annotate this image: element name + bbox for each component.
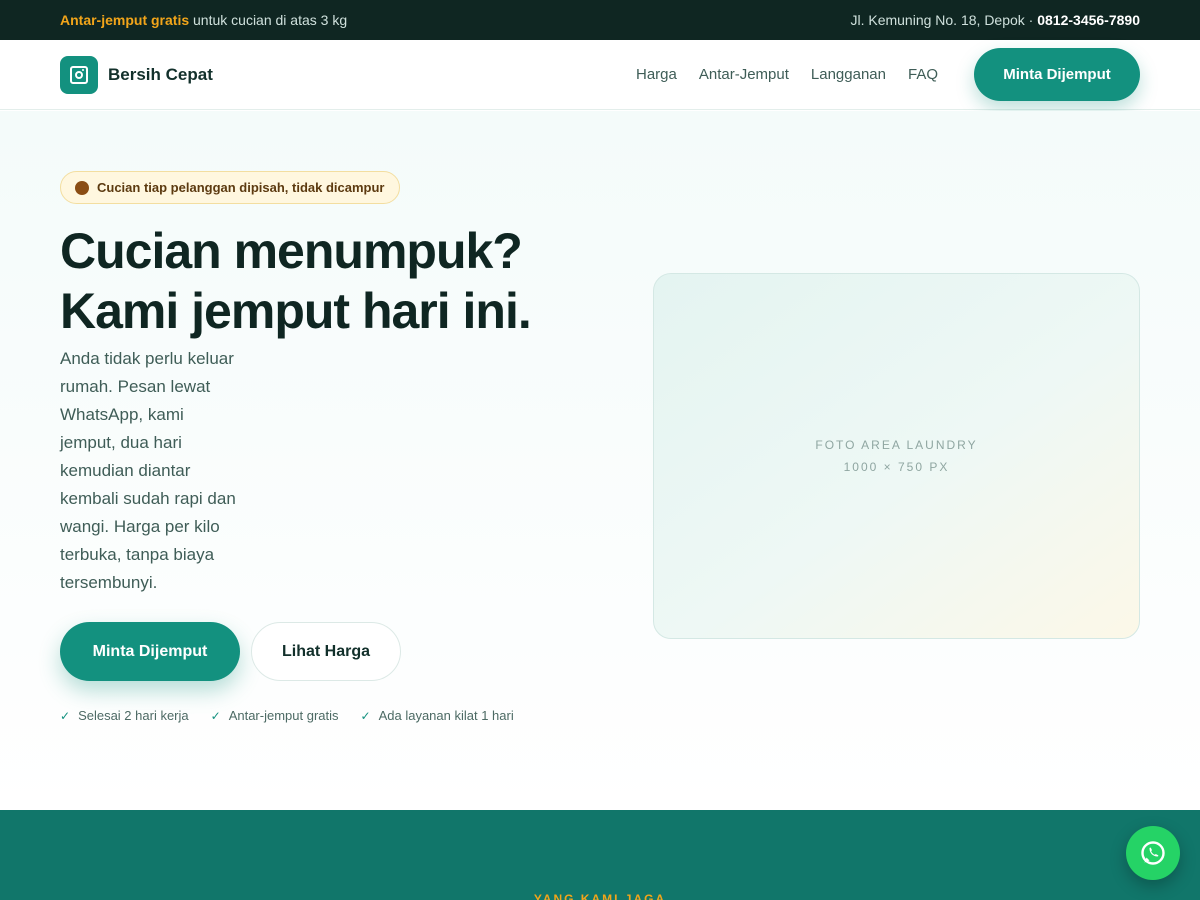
badge-text: Cucian tiap pelanggan dipisah, tidak dic… [97,180,385,195]
feature-checks: ✓ Selesai 2 hari kerja ✓ Antar-jemput gr… [60,708,514,723]
hero-headline: Cucian menumpuk? Kami jemput hari ini. [60,221,620,341]
promo-detail: untuk cucian di atas 3 kg [189,12,348,28]
brand-name: Bersih Cepat [108,65,213,84]
top-announcement-bar: Antar-jemput gratis untuk cucian di atas… [0,0,1200,40]
laundry-photo-placeholder: FOTO AREA LAUNDRY 1000 × 750 PX [653,273,1140,639]
nav-item-faq[interactable]: FAQ [908,66,938,83]
promo-accent: Antar-jemput gratis [60,12,190,28]
nav-item-antar-jemput[interactable]: Antar-Jemput [699,66,789,83]
nav-item-harga[interactable]: Harga [636,66,677,83]
washing-machine-icon [60,56,98,94]
phone-number[interactable]: 0812-3456-7890 [1037,12,1140,28]
check-label: Ada layanan kilat 1 hari [378,708,514,723]
check-icon: ✓ [210,708,221,723]
check-icon: ✓ [60,708,71,723]
promo-text: Antar-jemput gratis untuk cucian di atas… [60,12,347,28]
check-icon: ✓ [360,708,371,723]
headline-line-1: Cucian menumpuk? [60,223,523,279]
whatsapp-float-button[interactable] [1126,826,1180,880]
brand-logo[interactable]: Bersih Cepat [60,56,213,94]
nav-menu: Harga Antar-Jemput Langganan FAQ [636,66,938,83]
photo-placeholder-title: FOTO AREA LAUNDRY [815,438,978,452]
values-section: YANG KAMI JAGA [0,810,1200,900]
photo-placeholder-size: 1000 × 750 PX [843,460,950,474]
headline-line-2: Kami jemput hari ini. [60,283,532,339]
contact-info: Jl. Kemuning No. 18, Depok · 0812-3456-7… [850,12,1140,28]
whatsapp-icon [1141,841,1165,865]
see-prices-button[interactable]: Lihat Harga [251,622,401,681]
pickup-button[interactable]: Minta Dijemput [60,622,240,681]
check-label: Antar-jemput gratis [228,708,339,723]
address-text: Jl. Kemuning No. 18, Depok · [850,12,1038,28]
dot-icon [75,180,89,195]
hero-section: Cucian tiap pelanggan dipisah, tidak dic… [0,111,1200,810]
nav-pickup-button[interactable]: Minta Dijemput [974,48,1140,101]
main-navigation: Bersih Cepat Harga Antar-Jemput Langgana… [0,40,1200,110]
nav-item-langganan[interactable]: Langganan [811,66,886,83]
check-item: ✓ Ada layanan kilat 1 hari [361,708,514,723]
hero-lead: Anda tidak perlu keluar rumah. Pesan lew… [60,349,236,592]
check-label: Selesai 2 hari kerja [78,708,189,723]
check-item: ✓ Antar-jemput gratis [211,708,339,723]
hero-badge: Cucian tiap pelanggan dipisah, tidak dic… [60,171,400,204]
check-item: ✓ Selesai 2 hari kerja [60,708,189,723]
section-eyebrow: YANG KAMI JAGA [533,892,667,900]
